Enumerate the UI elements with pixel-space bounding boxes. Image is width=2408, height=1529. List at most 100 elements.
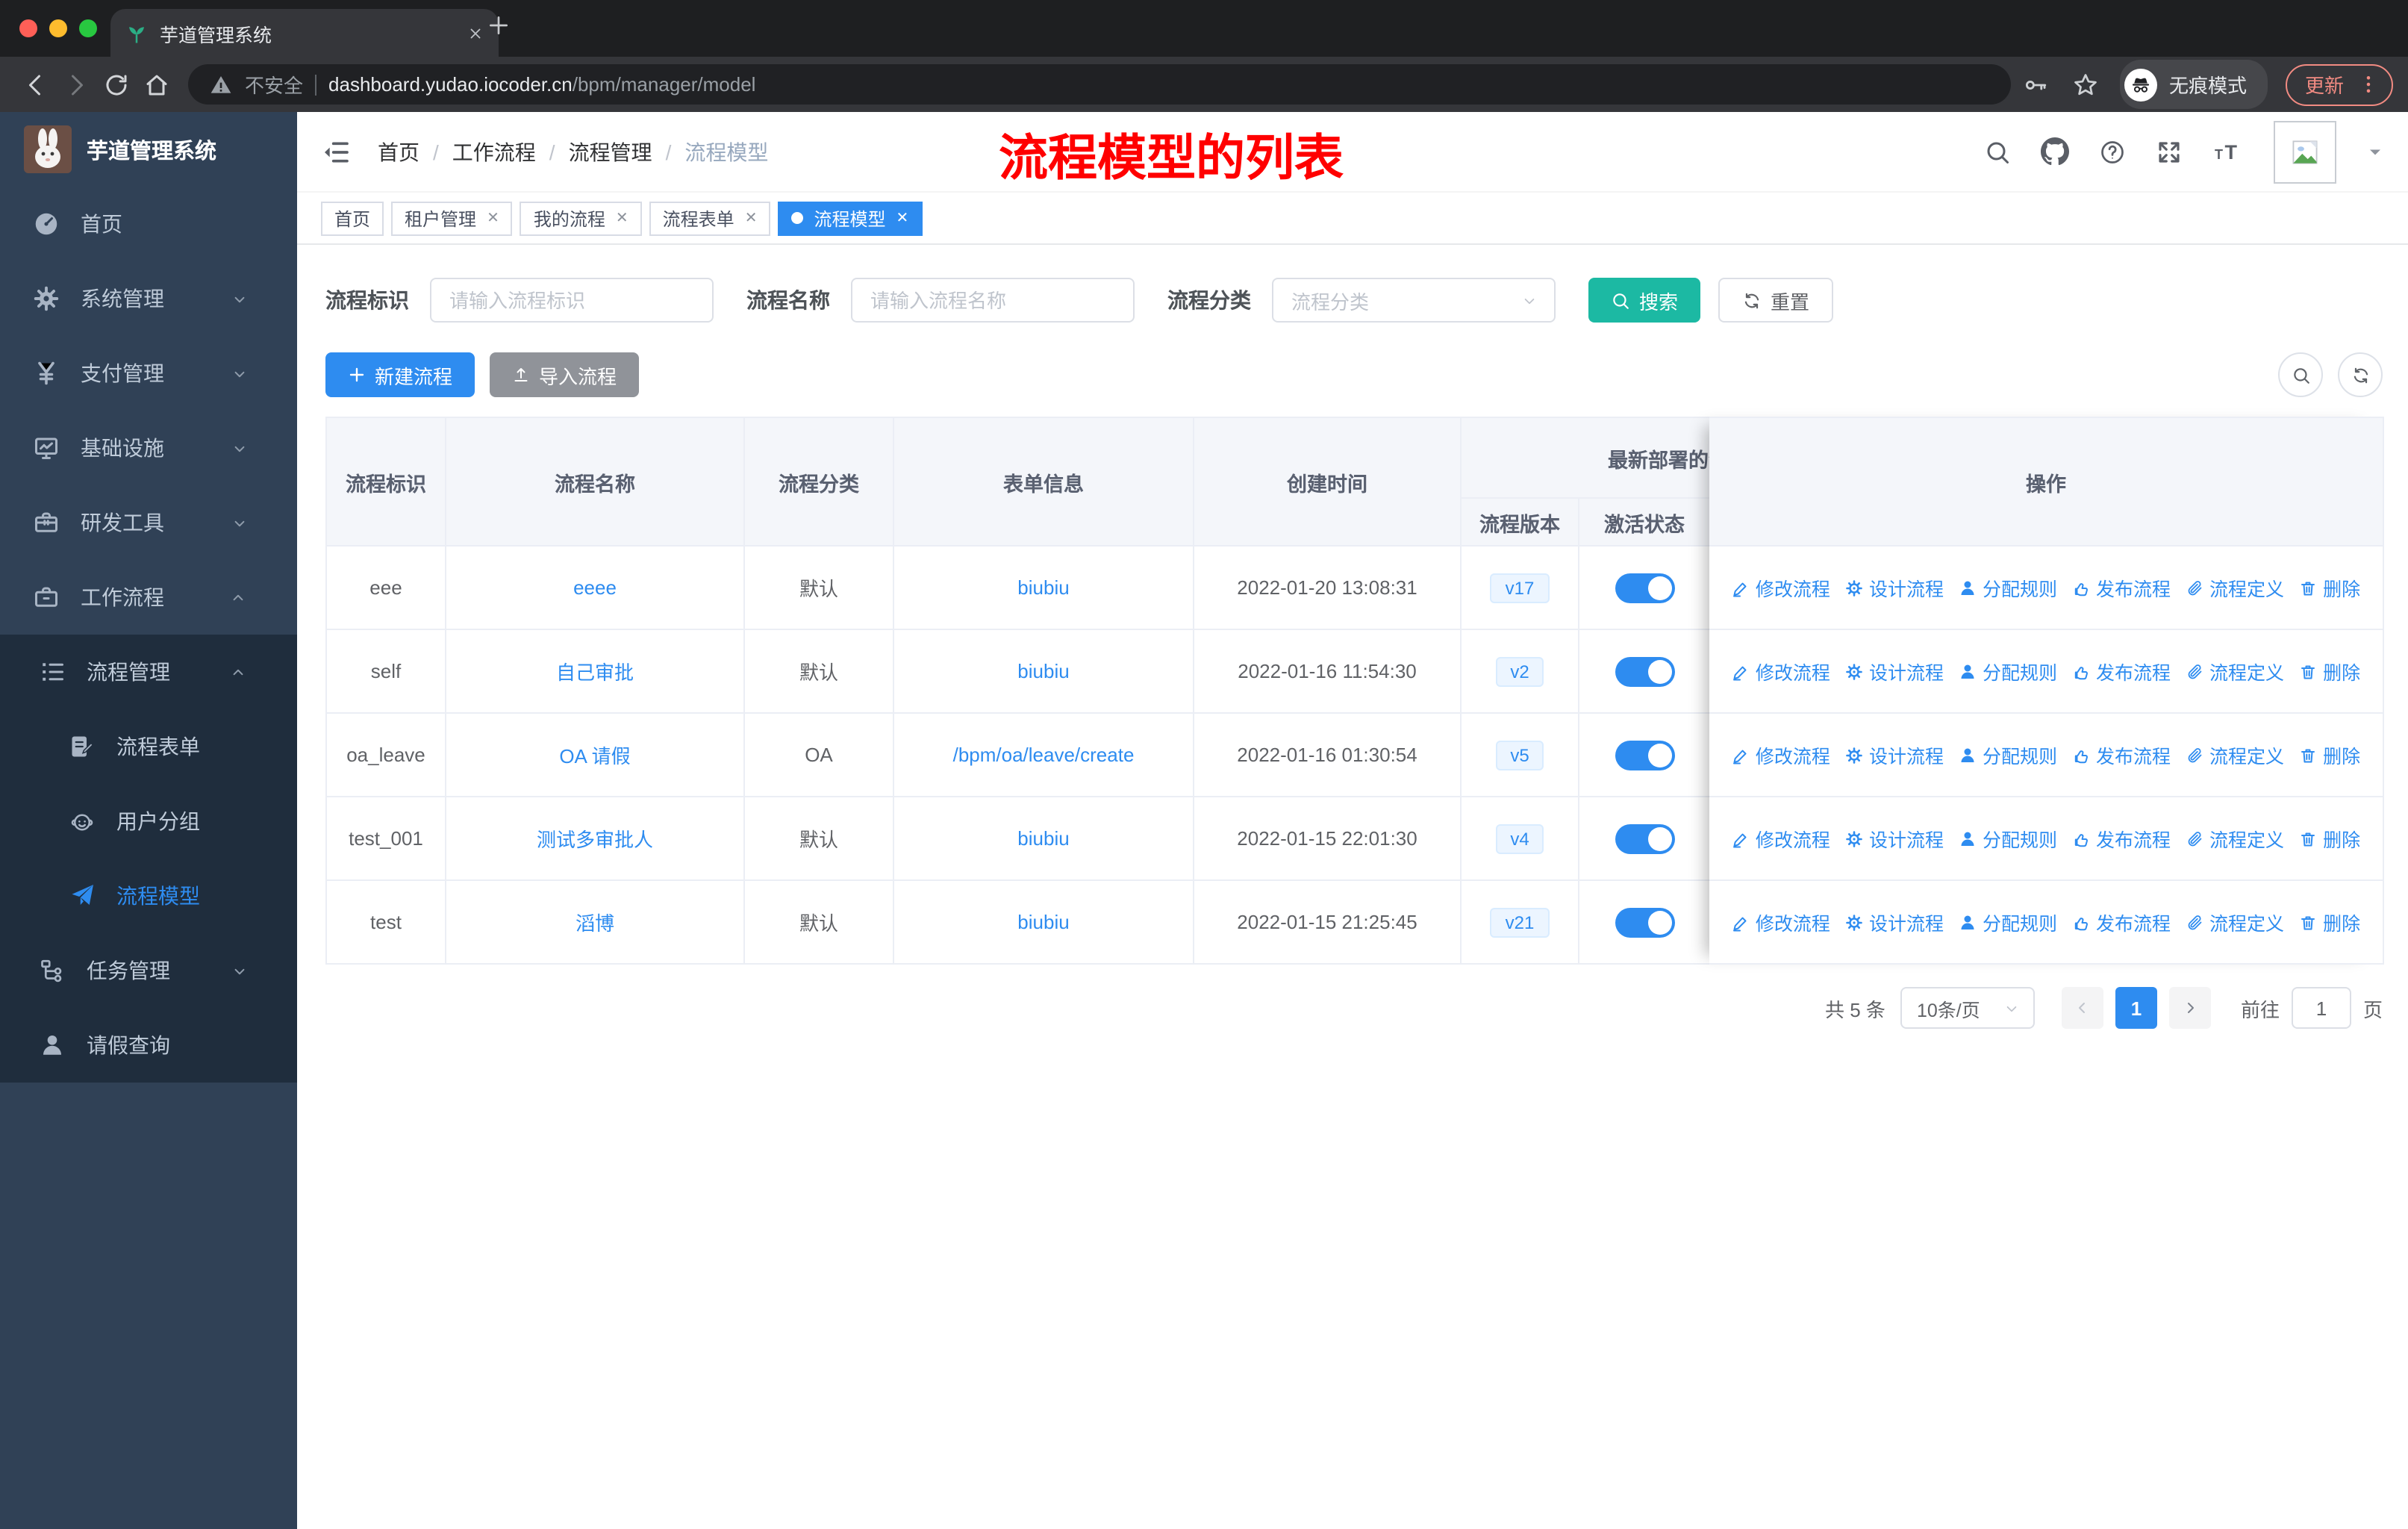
kebab-menu-icon[interactable] [2357, 73, 2380, 96]
version-badge[interactable]: v2 [1495, 656, 1544, 686]
close-tag-icon[interactable]: ✕ [616, 210, 628, 226]
action-分配规则[interactable]: 分配规则 [1959, 824, 2057, 853]
import-process-button[interactable]: 导入流程 [490, 352, 640, 397]
breadcrumb-item[interactable]: 流程管理 [569, 137, 652, 166]
action-修改流程[interactable]: 修改流程 [1732, 741, 1830, 769]
goto-page-input[interactable] [2291, 987, 2351, 1029]
action-分配规则[interactable]: 分配规则 [1959, 741, 2057, 769]
action-修改流程[interactable]: 修改流程 [1732, 657, 1830, 685]
close-tag-icon[interactable]: ✕ [745, 210, 758, 226]
action-删除[interactable]: 删除 [2299, 573, 2360, 602]
action-流程定义[interactable]: 流程定义 [2186, 908, 2284, 936]
sidebar-item[interactable]: 首页 [0, 187, 297, 261]
forward-icon[interactable] [55, 64, 96, 105]
tag-item[interactable]: 流程表单 ✕ [649, 201, 771, 235]
version-badge[interactable]: v21 [1490, 907, 1550, 937]
tag-active[interactable]: 流程模型 ✕ [778, 201, 923, 235]
version-badge[interactable]: v17 [1490, 573, 1550, 602]
process-id-input[interactable] [430, 278, 714, 323]
back-icon[interactable] [15, 64, 55, 105]
action-修改流程[interactable]: 修改流程 [1732, 824, 1830, 853]
sidebar-item[interactable]: 请假查询 [0, 1008, 297, 1083]
hamburger-icon[interactable] [321, 137, 351, 166]
action-流程定义[interactable]: 流程定义 [2186, 824, 2284, 853]
prev-page-button[interactable] [2061, 987, 2103, 1029]
version-badge[interactable]: v5 [1495, 740, 1544, 770]
active-status-toggle[interactable] [1615, 740, 1674, 770]
action-发布流程[interactable]: 发布流程 [2072, 908, 2171, 936]
action-设计流程[interactable]: 设计流程 [1845, 824, 1944, 853]
sidebar-item[interactable]: 流程管理 [0, 635, 297, 709]
next-page-button[interactable] [2168, 987, 2211, 1029]
show-search-toggle-button[interactable] [2278, 352, 2323, 397]
bookmark-star-icon[interactable] [2072, 71, 2099, 98]
sidebar-item[interactable]: 任务管理 [0, 933, 297, 1008]
process-name-input[interactable] [851, 278, 1135, 323]
active-status-toggle[interactable] [1615, 656, 1674, 686]
minimize-window-button[interactable] [49, 19, 67, 37]
action-发布流程[interactable]: 发布流程 [2072, 824, 2171, 853]
page-size-select[interactable]: 10条/页 [1900, 987, 2035, 1029]
process-category-select[interactable]: 流程分类 [1272, 278, 1556, 323]
page-number-1[interactable]: 1 [2115, 987, 2157, 1029]
avatar[interactable] [2274, 120, 2336, 183]
browser-update-button[interactable]: 更新 [2285, 63, 2393, 105]
close-tag-icon[interactable]: ✕ [896, 210, 909, 226]
cell-process-name-text[interactable]: 滔博 [576, 912, 614, 935]
zoom-window-button[interactable] [79, 19, 97, 37]
cell-process-name-text[interactable]: 自己审批 [556, 661, 634, 684]
action-发布流程[interactable]: 发布流程 [2072, 573, 2171, 602]
cell-process-name-text[interactable]: OA 请假 [559, 745, 630, 767]
not-secure-warning-icon[interactable] [209, 72, 233, 96]
sidebar-item[interactable]: 系统管理 [0, 261, 297, 336]
action-分配规则[interactable]: 分配规则 [1959, 908, 2057, 936]
breadcrumb-item[interactable]: 工作流程 [452, 137, 536, 166]
action-流程定义[interactable]: 流程定义 [2186, 657, 2284, 685]
tag-item[interactable]: 首页 [321, 201, 384, 235]
refresh-table-button[interactable] [2338, 352, 2383, 397]
font-size-icon[interactable]: TT [2212, 138, 2244, 165]
sidebar-item[interactable]: 工作流程 [0, 560, 297, 635]
sidebar-item[interactable]: 流程模型 [0, 859, 297, 933]
breadcrumb-item[interactable]: 首页 [378, 137, 419, 166]
cell-form-info-text[interactable]: biubiu [1017, 911, 1069, 933]
sidebar-item[interactable]: 基础设施 [0, 411, 297, 485]
search-button[interactable]: 搜索 [1588, 278, 1701, 323]
browser-tab[interactable]: 芋道管理系统 [110, 9, 499, 57]
sidebar-item[interactable]: 用户分组 [0, 784, 297, 859]
sidebar-logo[interactable]: 芋道管理系统 [0, 112, 297, 187]
action-删除[interactable]: 删除 [2299, 908, 2360, 936]
reset-button[interactable]: 重置 [1718, 278, 1834, 323]
home-icon[interactable] [136, 64, 176, 105]
help-icon[interactable] [2099, 138, 2126, 165]
tag-item[interactable]: 租户管理 ✕ [391, 201, 513, 235]
action-删除[interactable]: 删除 [2299, 657, 2360, 685]
create-process-button[interactable]: 新建流程 [325, 352, 475, 397]
active-status-toggle[interactable] [1615, 573, 1674, 602]
new-tab-button[interactable] [487, 13, 511, 37]
action-删除[interactable]: 删除 [2299, 741, 2360, 769]
action-发布流程[interactable]: 发布流程 [2072, 741, 2171, 769]
action-修改流程[interactable]: 修改流程 [1732, 908, 1830, 936]
action-流程定义[interactable]: 流程定义 [2186, 573, 2284, 602]
address-bar[interactable]: 不安全 dashboard.yudao.iocoder.cn/bpm/manag… [188, 64, 2011, 105]
action-分配规则[interactable]: 分配规则 [1959, 657, 2057, 685]
close-tab-icon[interactable] [467, 25, 484, 41]
tag-item[interactable]: 我的流程 ✕ [520, 201, 642, 235]
sidebar-item[interactable]: 流程表单 [0, 709, 297, 784]
active-status-toggle[interactable] [1615, 907, 1674, 937]
action-删除[interactable]: 删除 [2299, 824, 2360, 853]
cell-form-info-text[interactable]: biubiu [1017, 660, 1069, 682]
sidebar-item[interactable]: 支付管理 [0, 336, 297, 411]
action-发布流程[interactable]: 发布流程 [2072, 657, 2171, 685]
action-分配规则[interactable]: 分配规则 [1959, 573, 2057, 602]
cell-form-info-text[interactable]: /bpm/oa/leave/create [953, 744, 1135, 766]
github-icon[interactable] [2041, 137, 2069, 166]
caret-down-icon[interactable] [2366, 143, 2384, 161]
cell-process-name-text[interactable]: 测试多审批人 [537, 829, 653, 851]
version-badge[interactable]: v4 [1495, 823, 1544, 853]
active-status-toggle[interactable] [1615, 823, 1674, 853]
action-设计流程[interactable]: 设计流程 [1845, 657, 1944, 685]
cell-form-info-text[interactable]: biubiu [1017, 576, 1069, 599]
cell-process-name-text[interactable]: eeee [573, 576, 617, 599]
